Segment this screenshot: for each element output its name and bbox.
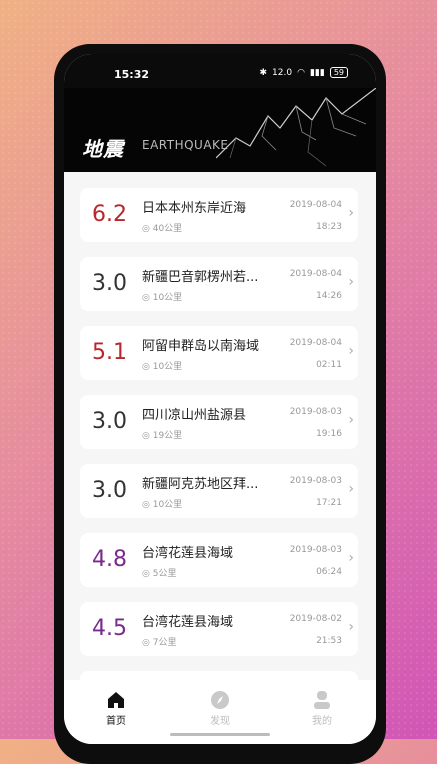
user-icon bbox=[292, 688, 352, 712]
bluetooth-icon: ✱ bbox=[259, 67, 268, 78]
quake-magnitude: 6.2 bbox=[92, 202, 127, 227]
chevron-right-icon: › bbox=[348, 343, 354, 359]
layers-icon: ◎ bbox=[142, 569, 150, 579]
wifi-icon: ◠ bbox=[297, 67, 305, 78]
quake-depth: ◎ 10公里 bbox=[142, 497, 182, 510]
app-title-cn: 地震 bbox=[82, 137, 124, 161]
quake-time: 17:21 bbox=[316, 498, 342, 508]
quake-date: 2019-08-02 bbox=[289, 614, 342, 624]
quake-place: 新疆阿克苏地区拜... bbox=[142, 477, 259, 492]
layers-icon: ◎ bbox=[142, 362, 150, 372]
lightning-crack-icon bbox=[216, 88, 376, 167]
quake-date: 2019-08-04 bbox=[289, 269, 342, 279]
tab-mine[interactable]: 我的 bbox=[292, 688, 352, 727]
quake-depth: ◎ 40公里 bbox=[142, 221, 182, 234]
quake-depth-value: 10公里 bbox=[152, 500, 183, 510]
quake-place: 日本本州东岸近海 bbox=[142, 201, 247, 216]
quake-depth: ◎ 10公里 bbox=[142, 359, 182, 372]
quake-card[interactable]: 3.0 四川凉山州盐源县 ◎ 19公里 2019-08-03 19:16 › bbox=[80, 395, 358, 449]
quake-date: 2019-08-04 bbox=[289, 338, 342, 348]
quake-magnitude: 5.1 bbox=[92, 340, 127, 365]
home-indicator bbox=[170, 733, 270, 736]
layers-icon: ◎ bbox=[142, 638, 150, 648]
quake-depth: ◎ 5公里 bbox=[142, 566, 176, 579]
quake-depth-value: 10公里 bbox=[152, 293, 183, 303]
quake-magnitude: 3.0 bbox=[92, 271, 127, 296]
quake-magnitude: 4.8 bbox=[92, 547, 127, 572]
quake-depth-value: 5公里 bbox=[152, 569, 177, 579]
quake-time: 02:11 bbox=[316, 360, 342, 370]
tab-label: 首页 bbox=[106, 716, 126, 727]
network-speed: 12.0 bbox=[272, 67, 293, 78]
chevron-right-icon: › bbox=[348, 274, 354, 290]
quake-card[interactable]: 4.8 台湾花莲县海域 ◎ 5公里 2019-08-03 06:24 › bbox=[80, 533, 358, 587]
quake-date: 2019-08-03 bbox=[289, 545, 342, 555]
battery-icon: 59 bbox=[329, 67, 348, 78]
quake-place: 新疆巴音郭楞州若... bbox=[142, 270, 259, 285]
quake-time: 14:26 bbox=[316, 291, 342, 301]
quake-time: 19:16 bbox=[316, 429, 342, 439]
compass-icon bbox=[190, 688, 250, 712]
quake-magnitude: 3.0 bbox=[92, 409, 127, 434]
home-icon bbox=[86, 688, 146, 712]
app-screen: 15:32 ✱ 12.0 ◠ ▮▮▮ 59 地震 EARTHQUAKE 6.2 … bbox=[64, 54, 376, 744]
quake-date: 2019-08-03 bbox=[289, 476, 342, 486]
quake-time: 06:24 bbox=[316, 567, 342, 577]
quake-magnitude: 4.5 bbox=[92, 616, 127, 641]
tab-home[interactable]: 首页 bbox=[86, 688, 146, 727]
quake-card[interactable]: 3.0 新疆阿克苏地区拜... ◎ 10公里 2019-08-03 17:21 … bbox=[80, 464, 358, 518]
app-title-en: EARTHQUAKE bbox=[142, 138, 229, 152]
status-icons: ✱ 12.0 ◠ ▮▮▮ 59 bbox=[259, 67, 348, 78]
status-bar: 15:32 ✱ 12.0 ◠ ▮▮▮ 59 bbox=[64, 54, 376, 88]
tab-label: 我的 bbox=[312, 716, 332, 727]
chevron-right-icon: › bbox=[348, 205, 354, 221]
layers-icon: ◎ bbox=[142, 293, 150, 303]
quake-time: 18:23 bbox=[316, 222, 342, 232]
quake-depth-value: 7公里 bbox=[152, 638, 177, 648]
signal-icon: ▮▮▮ bbox=[309, 67, 325, 78]
chevron-right-icon: › bbox=[348, 412, 354, 428]
quake-place: 台湾花莲县海域 bbox=[142, 615, 234, 630]
quake-card[interactable]: 4.5 台湾花莲县海域 ◎ 7公里 2019-08-02 21:53 › bbox=[80, 602, 358, 656]
quake-magnitude: 3.0 bbox=[92, 478, 127, 503]
quake-depth-value: 40公里 bbox=[152, 224, 183, 234]
earthquake-list: 6.2 日本本州东岸近海 ◎ 40公里 2019-08-04 18:23 › 3… bbox=[64, 172, 376, 692]
layers-icon: ◎ bbox=[142, 431, 150, 441]
quake-place: 四川凉山州盐源县 bbox=[142, 408, 247, 423]
chevron-right-icon: › bbox=[348, 619, 354, 635]
quake-place: 台湾花莲县海域 bbox=[142, 546, 234, 561]
status-time: 15:32 bbox=[114, 68, 150, 81]
app-header: 地震 EARTHQUAKE bbox=[64, 88, 376, 172]
quake-date: 2019-08-04 bbox=[289, 200, 342, 210]
quake-depth: ◎ 19公里 bbox=[142, 428, 182, 441]
quake-depth: ◎ 7公里 bbox=[142, 635, 176, 648]
quake-depth: ◎ 10公里 bbox=[142, 290, 182, 303]
quake-time: 21:53 bbox=[316, 636, 342, 646]
layers-icon: ◎ bbox=[142, 224, 150, 234]
tab-label: 发现 bbox=[210, 716, 230, 727]
tab-discover[interactable]: 发现 bbox=[190, 688, 250, 727]
chevron-right-icon: › bbox=[348, 550, 354, 566]
quake-date: 2019-08-03 bbox=[289, 407, 342, 417]
layers-icon: ◎ bbox=[142, 500, 150, 510]
quake-card[interactable]: 3.0 新疆巴音郭楞州若... ◎ 10公里 2019-08-04 14:26 … bbox=[80, 257, 358, 311]
quake-depth-value: 10公里 bbox=[152, 362, 183, 372]
quake-place: 阿留申群岛以南海域 bbox=[142, 339, 260, 354]
phone-frame: 15:32 ✱ 12.0 ◠ ▮▮▮ 59 地震 EARTHQUAKE 6.2 … bbox=[54, 44, 386, 764]
quake-depth-value: 19公里 bbox=[152, 431, 183, 441]
chevron-right-icon: › bbox=[348, 481, 354, 497]
quake-card[interactable]: 6.2 日本本州东岸近海 ◎ 40公里 2019-08-04 18:23 › bbox=[80, 188, 358, 242]
quake-card[interactable]: 5.1 阿留申群岛以南海域 ◎ 10公里 2019-08-04 02:11 › bbox=[80, 326, 358, 380]
